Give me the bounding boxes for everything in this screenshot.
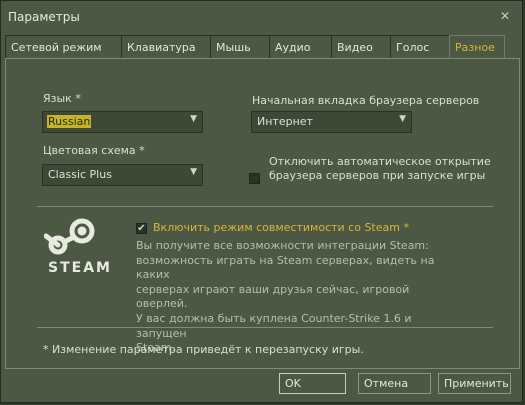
language-value: Russian	[47, 115, 92, 128]
auto-open-label-line1: Отключить автоматическое открытие	[269, 155, 491, 168]
steam-compat-label[interactable]: Включить режим совместимости со Steam *	[153, 221, 409, 234]
description-line: возможность играть на Steam серверах, ви…	[136, 253, 435, 282]
color-scheme-value: Classic Plus	[48, 168, 112, 181]
description-line: серверах играют ваши друзья сейчас, игро…	[136, 282, 410, 311]
chevron-down-icon: ▼	[190, 114, 197, 124]
browser-tab-value: Интернет	[257, 115, 313, 128]
restart-footnote: * Изменение параметра приведёт к перезап…	[43, 343, 364, 356]
tab-keyboard[interactable]: Клавиатура	[121, 35, 211, 58]
tab-strip: Сетевой режим Клавиатура Мышь Аудио Виде…	[5, 35, 518, 59]
divider	[37, 206, 493, 207]
close-icon[interactable]: ✕	[500, 9, 510, 23]
divider	[37, 327, 493, 328]
tab-voice[interactable]: Голос	[390, 35, 450, 58]
tab-audio[interactable]: Аудио	[269, 35, 332, 58]
apply-button[interactable]: Применить	[438, 373, 511, 394]
browser-tab-label: Начальная вкладка браузера серверов	[252, 94, 480, 107]
auto-open-checkbox[interactable]	[249, 173, 260, 184]
tab-mouse[interactable]: Мышь	[210, 35, 270, 58]
steam-description: Вы получите все возможности интеграции S…	[136, 239, 436, 356]
color-scheme-select[interactable]: Classic Plus ▼	[42, 164, 203, 186]
tab-misc[interactable]: Разное	[449, 35, 505, 59]
title-bar[interactable]: Параметры ✕	[1, 1, 522, 33]
chevron-down-icon: ▼	[399, 114, 406, 124]
dialog-title: Параметры	[8, 10, 80, 24]
tab-video[interactable]: Видео	[331, 35, 391, 58]
tab-network[interactable]: Сетевой режим	[5, 35, 122, 58]
language-label: Язык *	[43, 92, 81, 105]
description-line: Вы получите все возможности интеграции S…	[136, 239, 429, 252]
ok-button[interactable]: OK	[279, 373, 346, 394]
color-scheme-label: Цветовая схема *	[43, 144, 145, 157]
steam-wordmark: STEAM	[48, 260, 112, 276]
language-select[interactable]: Russian ▼	[42, 111, 203, 133]
auto-open-label-line2: браузера серверов при запуске игры	[269, 169, 486, 182]
cancel-button[interactable]: Отмена	[358, 373, 431, 394]
steam-logo-icon	[44, 218, 95, 255]
browser-tab-select[interactable]: Интернет ▼	[251, 111, 412, 133]
steam-compat-checkbox[interactable]: ✔	[136, 223, 147, 234]
chevron-down-icon: ▼	[190, 167, 197, 177]
settings-dialog: Параметры ✕ Сетевой режим Клавиатура Мыш…	[0, 0, 523, 403]
